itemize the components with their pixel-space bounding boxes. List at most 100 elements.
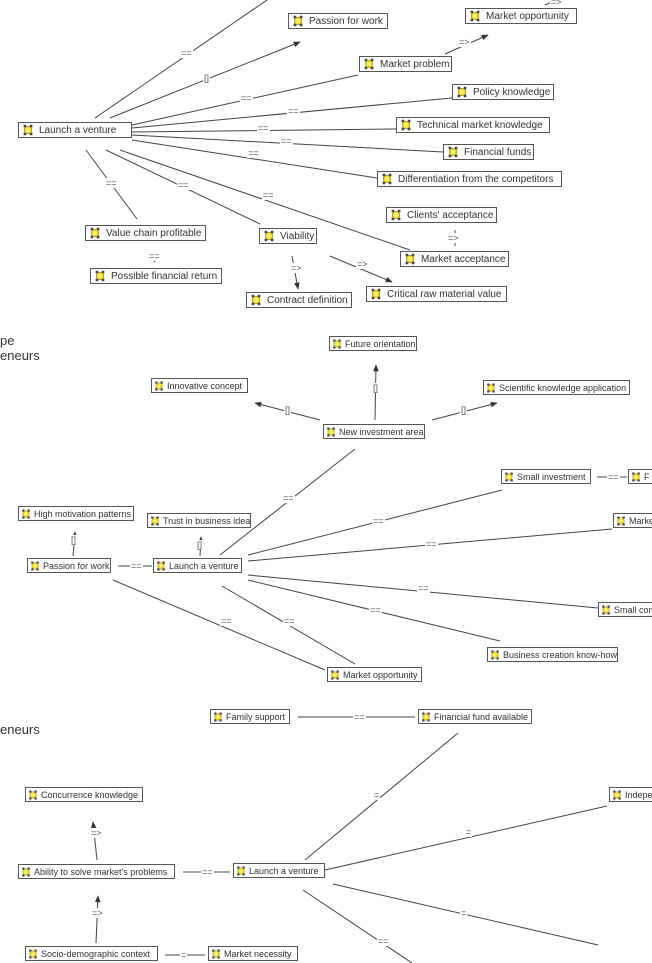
concept-node-label: Market necessity	[224, 948, 292, 959]
puzzle-star-icon	[446, 145, 460, 159]
concept-node-label: High motivation patterns	[34, 508, 132, 519]
concept-node-rawmat[interactable]: Critical raw material value	[366, 286, 507, 302]
concept-node-label: Marke	[629, 515, 652, 526]
relation-label: ==	[148, 251, 161, 261]
puzzle-star-icon	[93, 269, 107, 283]
concept-node-label: Launch a venture	[39, 124, 117, 136]
concept-node-bizknow[interactable]: Business creation know-how	[487, 647, 618, 662]
puzzle-star-icon	[88, 226, 102, 240]
concept-node-passion[interactable]: Passion for work	[288, 13, 388, 29]
concept-node-trust[interactable]: Trust in business idea	[147, 513, 251, 528]
puzzle-star-icon	[600, 604, 612, 616]
puzzle-star-icon	[27, 789, 39, 801]
concept-node-label: Possible financial return	[111, 270, 218, 282]
concept-node-smallcom-cut[interactable]: Small com	[598, 602, 652, 617]
relation-label: =>	[447, 233, 460, 243]
concept-node-mknec[interactable]: Market necessity	[208, 946, 298, 961]
relation-label: ==	[105, 178, 118, 188]
concept-node-indep-cut[interactable]: Indepe	[609, 787, 652, 802]
relation-label: ==	[417, 583, 430, 593]
puzzle-star-icon	[389, 208, 403, 222]
concept-node-finavail[interactable]: Financial fund available	[418, 709, 532, 724]
concept-node-policy[interactable]: Policy knowledge	[452, 84, 554, 100]
concept-node-contract[interactable]: Contract definition	[246, 292, 352, 308]
concept-node-highmot[interactable]: High motivation patterns	[18, 506, 134, 521]
concept-node-label: Future orientation	[345, 338, 416, 349]
concept-node-label: F	[644, 471, 650, 482]
concept-node-finfunds[interactable]: Financial funds	[443, 144, 534, 160]
concept-node-smallinv[interactable]: Small investment	[501, 469, 591, 484]
puzzle-star-icon	[503, 471, 515, 483]
relation-label: ==	[283, 616, 296, 626]
concept-node-clients[interactable]: Clients' acceptance	[386, 207, 497, 223]
concept-node-label: Policy knowledge	[473, 86, 551, 98]
concept-node-mopp[interactable]: Market opportunity	[465, 8, 577, 24]
concept-node-concur[interactable]: Concurrence knowledge	[25, 787, 143, 802]
puzzle-star-icon	[20, 508, 32, 520]
concept-map-canvas: pe eneurs eneurs Launch a venture Passion…	[0, 0, 652, 963]
concept-node-diff[interactable]: Differentiation from the competitors	[377, 171, 562, 187]
concept-node-label: Clients' acceptance	[407, 209, 494, 221]
relation-label: ==	[280, 136, 293, 146]
relation-label: ==	[220, 616, 233, 626]
concept-node-label: Trust in business idea	[163, 515, 251, 526]
relation-label: ==	[377, 936, 390, 946]
concept-node-label: Concurrence knowledge	[41, 789, 139, 800]
puzzle-star-icon	[331, 338, 343, 350]
puzzle-star-icon	[149, 515, 161, 527]
concept-node-valuechain[interactable]: Value chain profitable	[85, 225, 206, 241]
puzzle-star-icon	[468, 9, 482, 23]
relation-label: ==	[177, 180, 190, 190]
concept-node-label: Market problem	[380, 58, 450, 70]
concept-node-possfin[interactable]: Possible financial return	[90, 268, 222, 284]
concept-node-mopp2[interactable]: Market opportunity	[327, 667, 422, 682]
puzzle-star-icon	[27, 948, 39, 960]
puzzle-star-icon	[420, 711, 432, 723]
relation-label: =>	[90, 828, 103, 838]
relation-label: =>	[550, 0, 563, 7]
concept-node-mkaccept[interactable]: Market acceptance	[400, 251, 509, 267]
relation-label: ==	[287, 106, 300, 116]
concept-node-passion2[interactable]: Passion for work	[27, 558, 111, 573]
concept-node-label: Launch a venture	[249, 865, 319, 876]
concept-node-sci[interactable]: Scientific knowledge application	[483, 380, 630, 395]
relation-label: ==	[372, 516, 385, 526]
relation-label: =>	[356, 259, 369, 269]
concept-node-label: Viability	[280, 230, 315, 242]
concept-node-launch3[interactable]: Launch a venture	[233, 863, 325, 878]
concept-node-innov[interactable]: Innovative concept	[151, 378, 248, 393]
concept-node-ability[interactable]: Ability to solve market's problems	[18, 864, 175, 879]
puzzle-star-icon	[325, 426, 337, 438]
concept-node-mprob[interactable]: Market problem	[359, 56, 452, 72]
concept-node-label: New investment area	[339, 426, 424, 437]
concept-node-socio[interactable]: Socio-demographic context	[25, 946, 158, 961]
concept-node-family[interactable]: Family support	[210, 709, 290, 724]
relation-label: =>	[290, 263, 303, 273]
concept-node-newinv[interactable]: New investment area	[323, 424, 425, 439]
concept-node-label: Socio-demographic context	[41, 948, 151, 959]
relation-label: ==	[425, 539, 438, 549]
concept-node-label: Passion for work	[43, 560, 110, 571]
concept-node-label: Ability to solve market's problems	[34, 866, 168, 877]
concept-node-label: Market opportunity	[486, 10, 569, 22]
relation-label: ==	[240, 93, 253, 103]
puzzle-star-icon	[249, 293, 263, 307]
concept-node-label: Small com	[614, 604, 652, 615]
concept-node-launch2[interactable]: Launch a venture	[153, 558, 242, 573]
relation-label: []	[203, 73, 211, 83]
concept-node-future[interactable]: Future orientation	[329, 336, 417, 351]
puzzle-star-icon	[630, 471, 642, 483]
concept-node-f-cut[interactable]: F	[628, 469, 652, 484]
concept-node-label: Innovative concept	[167, 380, 243, 391]
concept-node-viability[interactable]: Viability	[259, 228, 317, 244]
relation-label: []	[372, 383, 380, 393]
concept-node-label: Technical market knowledge	[417, 119, 543, 131]
puzzle-star-icon	[611, 789, 623, 801]
concept-node-label: Scientific knowledge application	[499, 382, 627, 393]
relation-label: =	[180, 950, 188, 960]
concept-node-marke-cut[interactable]: Marke	[613, 513, 652, 528]
puzzle-star-icon	[369, 287, 383, 301]
concept-node-label: Market opportunity	[343, 669, 418, 680]
concept-node-techmk[interactable]: Technical market knowledge	[396, 117, 550, 133]
concept-node-launch[interactable]: Launch a venture	[18, 122, 132, 138]
